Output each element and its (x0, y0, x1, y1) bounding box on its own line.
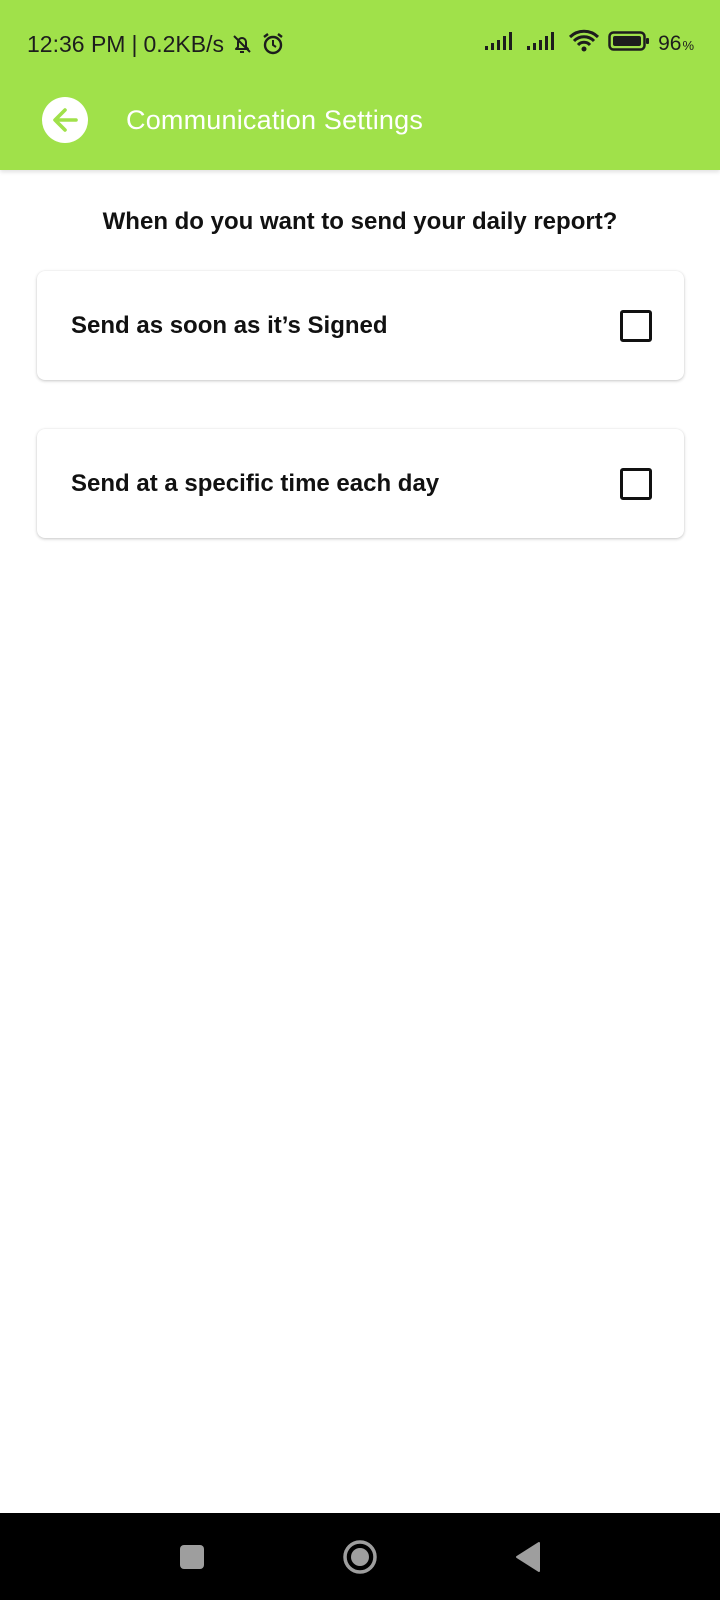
status-left: 12:36 PM | 0.2KB/s (27, 29, 286, 59)
top-bar: 12:36 PM | 0.2KB/s 96 % Communication Se… (0, 0, 720, 170)
arrow-left-icon (53, 108, 78, 132)
checkbox-send-on-sign[interactable] (620, 310, 652, 342)
back-button[interactable] (42, 97, 88, 143)
option-send-on-sign[interactable]: Send as soon as it’s Signed (37, 271, 684, 380)
option-label: Send as soon as it’s Signed (71, 311, 388, 339)
signal-icon (484, 30, 518, 58)
navigation-bar (0, 1513, 720, 1600)
option-send-specific-time[interactable]: Send at a specific time each day (37, 429, 684, 538)
bell-off-icon (230, 32, 254, 56)
recent-apps-icon (180, 1544, 204, 1569)
option-label: Send at a specific time each day (71, 469, 440, 497)
system-back-button[interactable] (498, 1513, 558, 1600)
page-title: Communication Settings (126, 105, 424, 135)
home-button[interactable] (330, 1513, 390, 1600)
status-separator: | (131, 30, 138, 57)
network-speed: 0.2KB/s (143, 30, 224, 57)
alarm-icon (260, 31, 286, 57)
checkbox-send-specific-time[interactable] (620, 468, 652, 500)
wifi-icon (568, 29, 600, 59)
battery-icon (608, 30, 650, 58)
home-icon (343, 1539, 377, 1574)
signal-icon (526, 30, 560, 58)
app-bar: Communication Settings (0, 88, 720, 170)
status-bar: 12:36 PM | 0.2KB/s 96 % (0, 0, 720, 88)
status-time: 12:36 PM (27, 30, 126, 57)
status-right: 96% (476, 29, 694, 59)
battery-unit: % (682, 38, 694, 53)
battery-percentage: 96% (658, 32, 694, 56)
battery-level: 96 (658, 32, 682, 55)
back-icon (516, 1541, 540, 1572)
recent-apps-button[interactable] (162, 1513, 222, 1600)
screen: 12:36 PM | 0.2KB/s 96 % Communication Se… (0, 0, 720, 1600)
report-question: When do you want to send your daily repo… (102, 208, 618, 235)
